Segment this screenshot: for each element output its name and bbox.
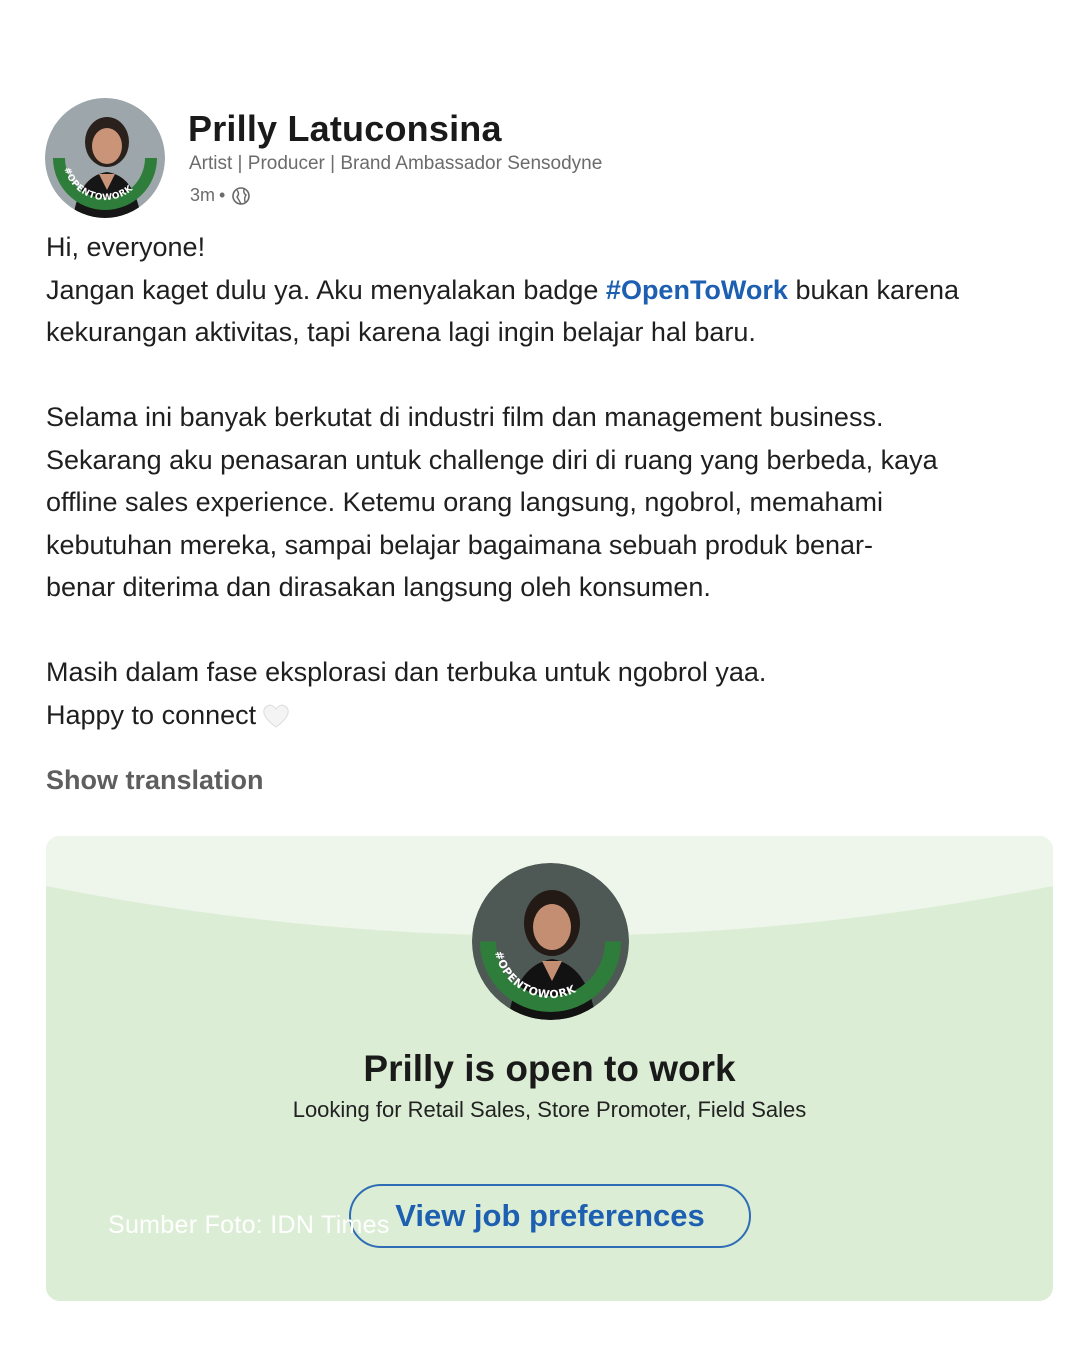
author-avatar[interactable]: #OPENTOWORK [45, 98, 165, 218]
paragraph-3-line-1: Masih dalam fase eksplorasi dan terbuka … [46, 657, 767, 687]
white-heart-icon [262, 699, 290, 728]
open-to-work-avatar: #OPENTOWORK [472, 863, 629, 1020]
photo-source-watermark: Sumber Foto: IDN Times [108, 1211, 390, 1239]
paragraph-2-line-2: Sekarang aku penasaran untuk challenge d… [46, 444, 938, 475]
author-name[interactable]: Prilly Latuconsina [188, 108, 502, 150]
view-job-preferences-button[interactable]: View job preferences [349, 1184, 751, 1248]
post-text: Hi, everyone! Jangan kaget dulu ya. Aku … [46, 226, 1066, 736]
linkedin-post: #OPENTOWORK Prilly Latuconsina Artist | … [0, 0, 1080, 1350]
paragraph-2-line-3: offline sales experience. Ketemu orang l… [46, 487, 883, 517]
paragraph-1: Jangan kaget dulu ya. Aku menyalakan bad… [46, 269, 1066, 354]
globe-icon [231, 186, 251, 206]
greeting-line: Hi, everyone! [46, 232, 206, 262]
open-to-work-subtitle: Looking for Retail Sales, Store Promoter… [292, 1097, 807, 1122]
meta-separator: • [219, 185, 226, 205]
post-time: 3m [190, 185, 216, 205]
paragraph-1-start: Jangan kaget dulu ya. Aku menyalakan bad… [46, 274, 606, 305]
paragraph-2-line-4: kebutuhan mereka, sampai belajar bagaima… [46, 529, 874, 560]
happy-to-connect: Happy to connect [46, 699, 257, 730]
author-headline: Artist | Producer | Brand Ambassador Sen… [189, 153, 603, 174]
open-to-work-title: Prilly is open to work [363, 1048, 736, 1089]
show-translation-link[interactable]: Show translation [46, 765, 264, 796]
paragraph-3-line-2: Happy to connect [46, 694, 1066, 737]
post-meta: 3m • [190, 185, 251, 206]
avatar-photo: #OPENTOWORK [45, 98, 165, 218]
paragraph-2-line-1: Selama ini banyak berkutat di industri f… [46, 402, 884, 432]
hashtag-link[interactable]: #OpenToWork [606, 275, 788, 305]
paragraph-2-line-5: benar diterima dan dirasakan langsung ol… [46, 572, 711, 602]
